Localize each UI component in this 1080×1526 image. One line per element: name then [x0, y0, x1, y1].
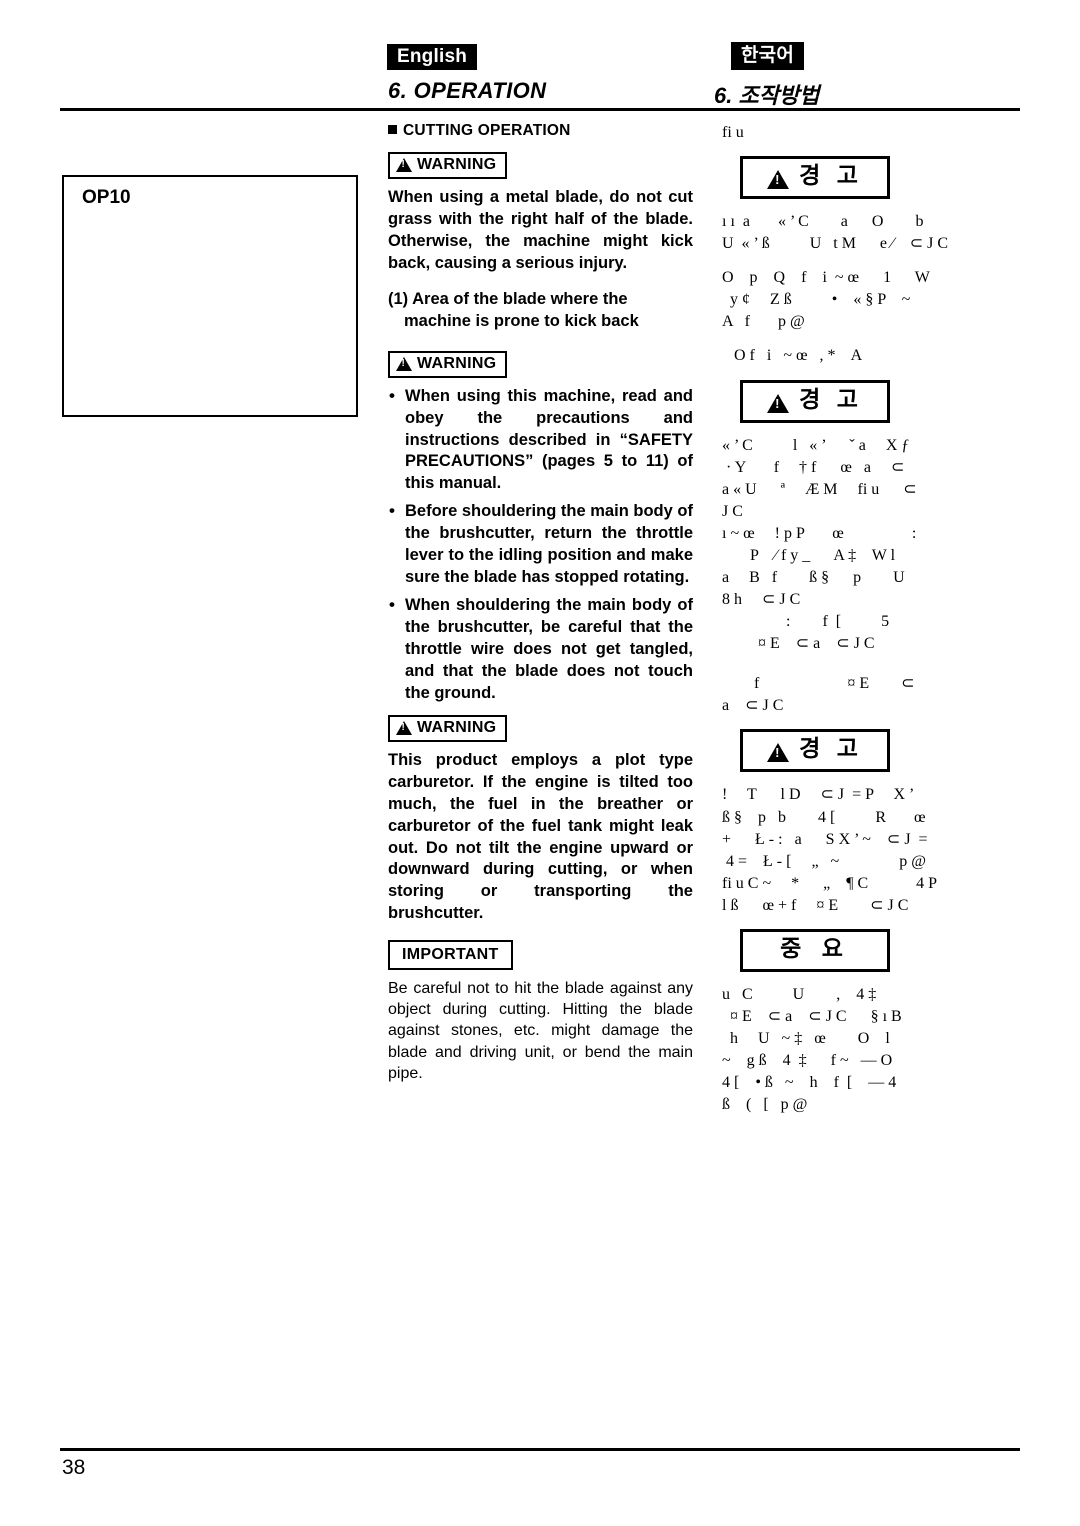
warning-triangle-icon: [767, 170, 790, 190]
language-tab-korean: 한국어: [731, 42, 805, 70]
korean-block-1-line-0: ı ı a « ’ C a O b: [722, 213, 924, 231]
korean-block-7-line-5: ß ( [ p @: [722, 1096, 808, 1114]
korean-block-6-line-5: l ß œ + f ¤ E ⊂ J C: [722, 896, 909, 914]
bullet-dot-icon: •: [389, 501, 395, 521]
korean-warning-badge-1: 경 고: [740, 156, 890, 200]
korean-important-badge-label: 중 요: [780, 934, 850, 961]
korean-block-2-line-1: y ¢ Z ß • « § P ~: [722, 291, 911, 309]
warning-badge-2: WARNING: [388, 350, 508, 378]
korean-block-4-line-4: ı ~ œ ! p P œ :: [722, 524, 917, 542]
korean-block-6-line-2: + Ł - : a S X ’ ~ ⊂ J =: [722, 830, 928, 848]
warning-2-item-2-text: Before shouldering the main body of the …: [405, 502, 693, 587]
korean-block-4-line-1: · Y f † f œ a ⊂: [722, 458, 905, 476]
footer-rule: [60, 1448, 1020, 1451]
warning-triangle-icon: [396, 720, 412, 735]
korean-warning-badge-3: 경 고: [740, 729, 890, 773]
header-rule: [60, 108, 1020, 111]
korean-warning-badge-2: 경 고: [740, 379, 890, 423]
korean-block-6-line-1: ß § p b 4 [ R œ: [722, 808, 926, 826]
warning-triangle-icon: [396, 356, 412, 371]
warning-triangle-icon: [396, 158, 412, 172]
warning-3-text: This product employs a plot type carbure…: [388, 750, 693, 923]
warning-2-item-1-text: When using this machine, read and obey t…: [405, 386, 693, 493]
section-title-english: 6. OPERATION: [388, 78, 547, 103]
english-column: CUTTING OPERATION WARNING When using a m…: [388, 122, 693, 1086]
korean-block-2: O p Q f i ~ œ 1 W y ¢ Z ß • « § P ~ A f …: [722, 267, 1022, 333]
figure-placeholder-op10: OP10: [62, 175, 358, 417]
korean-block-6-line-3: 4 = Ł - [ „ ~ p @: [722, 852, 926, 870]
cutting-operation-heading-text: CUTTING OPERATION: [403, 122, 571, 139]
korean-block-5: f ¤ E ⊂ a ⊂ J C: [722, 673, 1022, 717]
korean-block-7: u C U , 4 ‡ ¤ E ⊂ a ⊂ J C § ı B h U ~ ‡ …: [722, 984, 1022, 1116]
korean-block-6-line-0: ! T l D ⊂ J = P X ’: [722, 786, 915, 804]
korean-warning-badge-2-label: 경 고: [799, 385, 863, 412]
warning-badge-2-label: WARNING: [417, 354, 497, 372]
document-page: English 한국어 6. OPERATION 6. 조작방법 OP10 CU…: [0, 0, 1080, 1526]
korean-block-7-line-4: 4 [ • ß ~ h f [ — 4: [722, 1074, 897, 1092]
korean-block-3: O f i ~ œ , * A: [722, 345, 1022, 367]
korean-block-3-line-0: O f i ~ œ , * A: [722, 347, 863, 365]
language-tab-english: English: [387, 44, 478, 70]
figure-callout-1-line1: (1) Area of the blade where the: [388, 289, 628, 308]
warning-2-item-3: • When shouldering the main body of the …: [388, 595, 693, 705]
figure-callout-1-line2: machine is prone to kick back: [404, 311, 639, 330]
korean-block-1-line-1: U « ’ ß U t M e ∕ ⊂ J C: [722, 235, 948, 253]
korean-block-7-line-3: ~ g ß 4 ‡ f ~ — O: [722, 1052, 893, 1070]
warning-triangle-icon: [767, 743, 790, 763]
important-text: Be careful not to hit the blade against …: [388, 980, 693, 1082]
warning-badge-3-label: WARNING: [417, 718, 497, 736]
important-badge: IMPORTANT: [388, 940, 513, 971]
cutting-operation-heading: CUTTING OPERATION: [388, 122, 693, 140]
korean-block-4-line-6: a B f ß § p U: [722, 569, 905, 587]
figure-label: OP10: [82, 187, 131, 208]
korean-block-7-line-1: ¤ E ⊂ a ⊂ J C § ı B: [722, 1008, 902, 1026]
korean-block-6-line-4: fi u C ~ * „ ¶ C 4 P: [722, 874, 938, 892]
korean-block-4-line-7: 8 h ⊂ J C: [722, 591, 801, 609]
korean-block-7-line-0: u C U , 4 ‡: [722, 985, 877, 1003]
korean-column: fi u 경 고 ı ı a « ’ C a O b U « ’ ß U t M…: [722, 122, 1022, 1122]
korean-block-1: ı ı a « ’ C a O b U « ’ ß U t M e ∕ ⊂ J …: [722, 211, 1022, 255]
square-bullet-icon: [388, 125, 397, 134]
korean-block-6: ! T l D ⊂ J = P X ’ ß § p b 4 [ R œ + Ł …: [722, 784, 1022, 916]
bullet-dot-icon: •: [389, 385, 395, 405]
korean-warning-badge-3-label: 경 고: [799, 735, 863, 762]
korean-block-4: « ’ C l « ’ ˇ a X ƒ · Y f † f œ a ⊂ a « …: [722, 435, 1022, 656]
warning-badge-1-label: WARNING: [417, 156, 497, 173]
page-number: 38: [62, 1456, 86, 1479]
warning-2-item-1: • When using this machine, read and obey…: [388, 386, 693, 496]
bullet-dot-icon: •: [389, 595, 395, 615]
korean-top-line: fi u: [722, 124, 744, 141]
korean-block-4-line-2: a « U ª Æ M fi u ⊂: [722, 480, 917, 498]
warning-2-item-2: • Before shouldering the main body of th…: [388, 501, 693, 589]
korean-warning-badge-1-label: 경 고: [799, 162, 863, 189]
korean-block-2-line-2: A f p @: [722, 313, 805, 331]
korean-block-4-line-3: J C: [722, 502, 743, 520]
figure-callout-1: (1) Area of the blade where the machine …: [388, 289, 693, 333]
korean-block-2-line-0: O p Q f i ~ œ 1 W: [722, 269, 930, 287]
korean-block-4-line-0: « ’ C l « ’ ˇ a X ƒ: [722, 436, 910, 454]
warning-2-item-3-text: When shouldering the main body of the br…: [405, 596, 693, 702]
section-title-korean: 6. 조작방법: [714, 83, 820, 108]
important-badge-label: IMPORTANT: [402, 946, 499, 964]
korean-block-4-line-9: ¤ E ⊂ a ⊂ J C: [722, 635, 875, 653]
warning-badge-3: WARNING: [388, 714, 508, 742]
korean-block-5-line-1: a ⊂ J C: [722, 697, 784, 715]
warning-triangle-icon: [767, 393, 790, 413]
korean-block-5-line-0: f ¤ E ⊂: [722, 675, 915, 693]
korean-block-7-line-2: h U ~ ‡ œ O l: [722, 1030, 890, 1048]
warning-1-text: When using a metal blade, do not cut gra…: [388, 188, 693, 272]
warning-badge-1: WARNING: [388, 152, 508, 179]
korean-block-4-line-8: : f [ 5: [722, 613, 890, 631]
korean-important-badge: 중 요: [740, 928, 890, 972]
korean-block-4-line-5: P ∕ f y _ A ‡ W l: [722, 546, 896, 564]
